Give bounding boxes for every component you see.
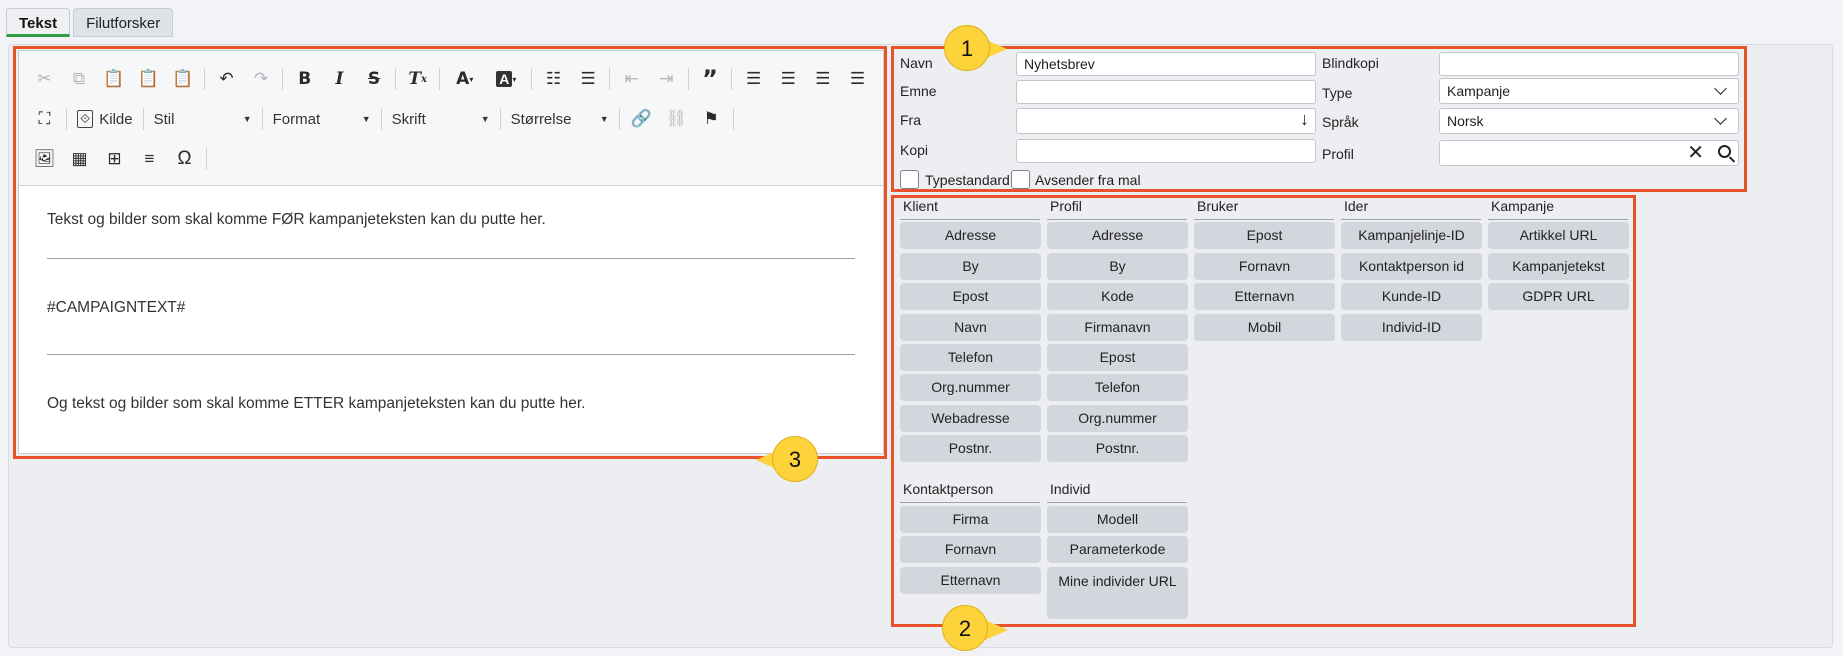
tab-bar: Tekst Filutforsker <box>6 8 174 37</box>
highlight-form <box>891 46 1747 192</box>
tab-tekst[interactable]: Tekst <box>6 8 71 37</box>
highlight-merge-fields <box>891 195 1636 627</box>
highlight-editor <box>13 46 887 459</box>
tab-filutforsker[interactable]: Filutforsker <box>73 8 174 37</box>
callout-2: 2 <box>942 605 988 651</box>
callout-3: 3 <box>772 436 818 482</box>
callout-1: 1 <box>944 25 990 71</box>
